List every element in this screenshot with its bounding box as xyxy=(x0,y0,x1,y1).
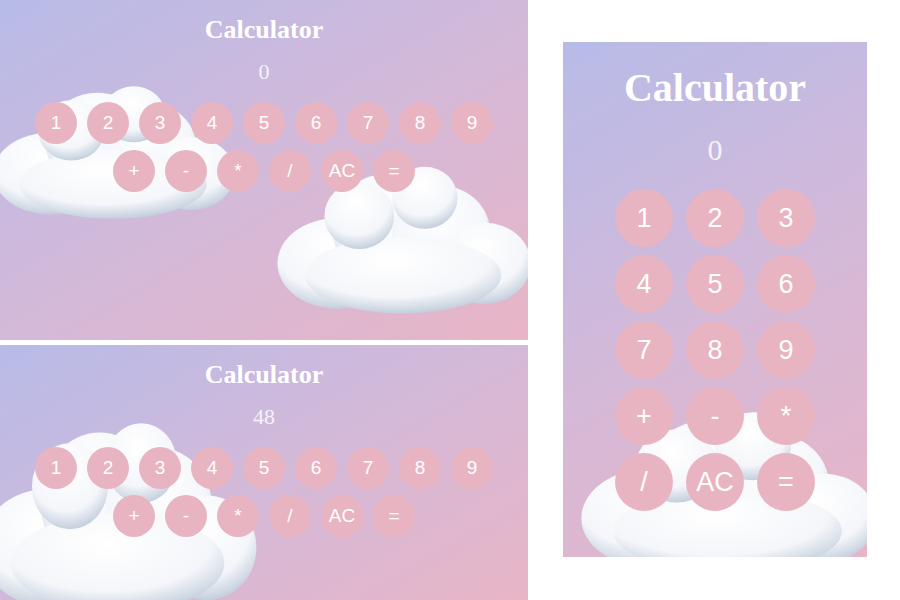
calculator-key[interactable]: / xyxy=(269,150,311,192)
calculator-key[interactable]: 1 xyxy=(615,189,673,247)
calculator-key[interactable]: * xyxy=(217,150,259,192)
keypad: 123 456 789 +-* /AC= xyxy=(615,189,815,511)
calculator-key[interactable]: 2 xyxy=(87,102,129,144)
calculator-panel: Calculator 0123 456 789 +-* /AC= xyxy=(563,42,867,557)
calculator-key[interactable]: 9 xyxy=(757,321,815,379)
calculator-display: 0 xyxy=(708,130,723,170)
calculator-key[interactable]: 3 xyxy=(757,189,815,247)
calculator-key[interactable]: + xyxy=(615,387,673,445)
calculator-key[interactable]: 7 xyxy=(615,321,673,379)
calculator-title: Calculator xyxy=(205,360,323,390)
calculator-key[interactable]: 1 xyxy=(35,102,77,144)
calculator-key[interactable]: 6 xyxy=(295,102,337,144)
calculator-key[interactable]: = xyxy=(757,453,815,511)
calculator-panel: Calculator 48 123456789 +-*/AC= xyxy=(0,345,528,600)
calculator-key[interactable]: 7 xyxy=(347,447,389,489)
portrait-column: Calculator 0123 456 789 +-* /AC= xyxy=(563,42,867,557)
calculator-key[interactable]: 4 xyxy=(191,102,233,144)
calculator-key[interactable]: 8 xyxy=(399,102,441,144)
calculator-key[interactable]: = xyxy=(373,150,415,192)
calculator-key[interactable]: 9 xyxy=(451,447,493,489)
calculator-key[interactable]: 5 xyxy=(243,102,285,144)
calculator-key[interactable]: 4 xyxy=(615,255,673,313)
calculator-key[interactable]: 2 xyxy=(686,189,744,247)
page: Calculator0123456789+-*/AC=Calculator481… xyxy=(0,0,900,600)
calculator-key[interactable]: * xyxy=(757,387,815,445)
calculator-key[interactable]: 6 xyxy=(757,255,815,313)
calculator-body: Calculator 0123 456 789 +-* /AC= xyxy=(615,64,815,511)
calculator-key[interactable]: 4 xyxy=(191,447,233,489)
calculator-key[interactable]: / xyxy=(269,495,311,537)
calculator-key[interactable]: = xyxy=(373,495,415,537)
calculator-key[interactable]: 2 xyxy=(87,447,129,489)
calculator-key[interactable]: - xyxy=(165,150,207,192)
calculator-key[interactable]: / xyxy=(615,453,673,511)
calculator-key[interactable]: AC xyxy=(321,150,363,192)
keypad: 123456789 +-*/AC= xyxy=(29,447,499,537)
calculator-key[interactable]: 1 xyxy=(35,447,77,489)
calculator-key[interactable]: 9 xyxy=(451,102,493,144)
calculator-key[interactable]: 3 xyxy=(139,102,181,144)
calculator-key[interactable]: * xyxy=(217,495,259,537)
calculator-key[interactable]: 6 xyxy=(295,447,337,489)
calculator-body: Calculator 0 123456789 +-*/AC= xyxy=(29,15,499,192)
calculator-key[interactable]: 8 xyxy=(686,321,744,379)
calculator-key[interactable]: 3 xyxy=(139,447,181,489)
landscape-column: Calculator0123456789+-*/AC=Calculator481… xyxy=(0,0,528,600)
calculator-panel: Calculator 0 123456789 +-*/AC= xyxy=(0,0,528,340)
calculator-key[interactable]: 5 xyxy=(686,255,744,313)
calculator-key[interactable]: 5 xyxy=(243,447,285,489)
calculator-title: Calculator xyxy=(624,64,806,112)
calculator-key[interactable]: AC xyxy=(321,495,363,537)
keypad: 123456789 +-*/AC= xyxy=(29,102,499,192)
calculator-key[interactable]: + xyxy=(113,150,155,192)
calculator-key[interactable]: 8 xyxy=(399,447,441,489)
calculator-title: Calculator xyxy=(205,15,323,45)
calculator-key[interactable]: - xyxy=(686,387,744,445)
calculator-display: 0 xyxy=(259,57,270,87)
calculator-display: 48 xyxy=(253,402,275,432)
calculator-key[interactable]: AC xyxy=(686,453,744,511)
calculator-key[interactable]: - xyxy=(165,495,207,537)
calculator-body: Calculator 48 123456789 +-*/AC= xyxy=(29,360,499,537)
calculator-key[interactable]: + xyxy=(113,495,155,537)
calculator-key[interactable]: 7 xyxy=(347,102,389,144)
